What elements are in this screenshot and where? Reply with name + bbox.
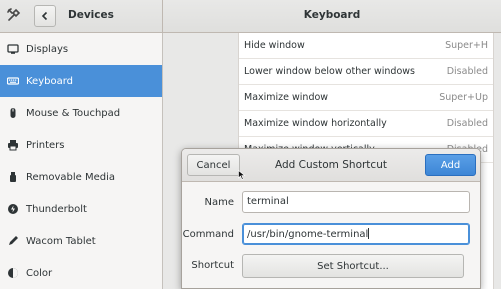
cancel-button[interactable]: Cancel [187,154,240,176]
shortcut-name: Maximize window [244,92,329,103]
shortcut-row[interactable]: Hide window Super+H [239,33,493,59]
shortcut-name: Lower window below other windows [244,66,415,77]
mouse-pointer-icon [238,170,246,180]
sidebar-item-color[interactable]: Color [0,257,162,289]
sidebar-item-wacom-tablet[interactable]: Wacom Tablet [0,225,162,257]
tablet-icon [6,234,20,248]
text-caret [368,228,370,239]
command-row: Command /usr/bin/gnome-terminal [182,223,480,247]
shortcut-accel: Disabled [446,118,488,129]
dialog-header: Cancel Add Custom Shortcut Add [182,149,480,182]
name-label: Name [204,197,234,208]
media-icon [6,170,20,184]
sidebar-item-thunderbolt[interactable]: Thunderbolt [0,193,162,225]
display-icon [6,42,20,56]
command-field[interactable]: /usr/bin/gnome-terminal [242,223,470,245]
sidebar-item-label: Wacom Tablet [26,235,96,247]
tools-icon [6,8,22,24]
shortcut-label: Shortcut [191,260,234,271]
sidebar-item-label: Color [26,267,53,279]
keyboard-icon [6,74,20,88]
page-title: Keyboard [303,9,361,21]
sidebar-item-label: Mouse & Touchpad [26,107,121,119]
shortcut-row[interactable]: Maximize window horizontally Disabled [239,111,493,137]
sidebar-item-label: Displays [26,43,69,55]
shortcut-name: Hide window [244,40,305,51]
sidebar-item-displays[interactable]: Displays [0,33,162,65]
dialog-title: Add Custom Shortcut [275,159,387,171]
mouse-icon [6,106,20,120]
sidebar-item-label: Keyboard [26,75,74,87]
name-row: Name terminal [182,191,480,215]
color-icon [6,266,20,280]
set-shortcut-button[interactable]: Set Shortcut... [242,254,464,278]
sidebar-item-keyboard[interactable]: Keyboard [0,65,162,97]
add-button[interactable]: Add [425,154,476,176]
shortcut-row-form: Shortcut Set Shortcut... [182,254,480,278]
header-bar: Devices Keyboard [0,0,501,33]
shortcut-row[interactable]: Lower window below other windows Disable… [239,59,493,85]
back-button[interactable] [34,5,56,27]
thunderbolt-icon [6,202,20,216]
chevron-left-icon [41,11,48,21]
sidebar-item-removable-media[interactable]: Removable Media [0,161,162,193]
shortcut-accel: Disabled [446,66,488,77]
section-title: Devices [68,9,114,21]
name-field[interactable]: terminal [242,191,470,213]
sidebar-item-label: Removable Media [26,171,116,183]
add-custom-shortcut-dialog: Cancel Add Custom Shortcut Add Name term… [181,148,481,289]
header-left: Devices [0,0,163,33]
printer-icon [6,138,20,152]
sidebar-item-label: Thunderbolt [26,203,87,215]
shortcut-accel: Super+Up [439,92,488,103]
sidebar: Displays Keyboard Mouse & Touchpad Print… [0,33,163,289]
sidebar-item-mouse-touchpad[interactable]: Mouse & Touchpad [0,97,162,129]
shortcut-accel: Super+H [445,40,488,51]
name-value: terminal [247,196,289,207]
command-value: /usr/bin/gnome-terminal [247,229,369,240]
command-label: Command [182,229,234,240]
shortcut-name: Maximize window horizontally [244,118,387,129]
shortcut-row[interactable]: Maximize window Super+Up [239,85,493,111]
sidebar-item-label: Printers [26,139,65,151]
sidebar-item-printers[interactable]: Printers [0,129,162,161]
